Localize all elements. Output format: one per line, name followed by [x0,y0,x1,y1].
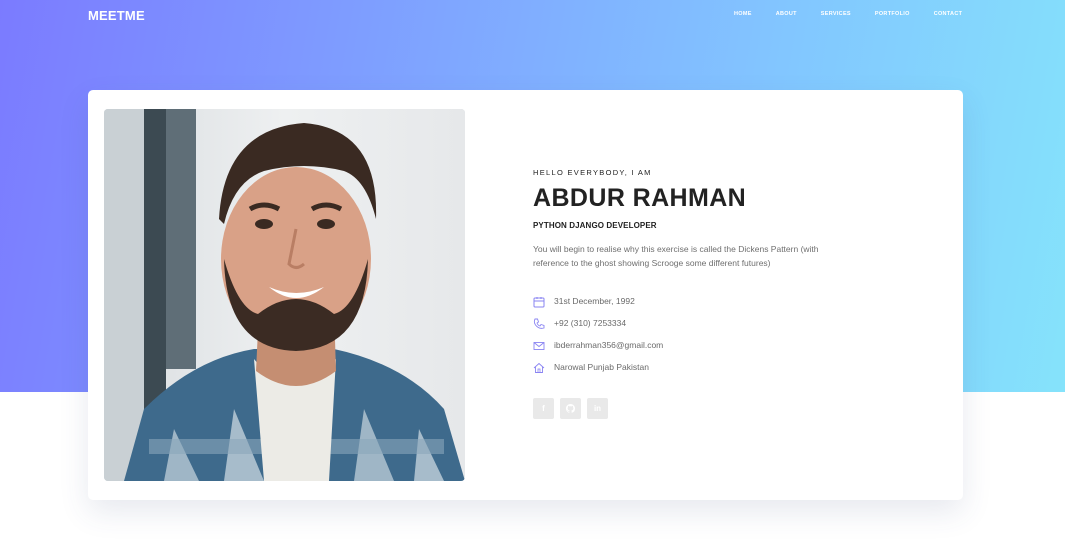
navbar: MEETME HOME ABOUT SERVICES PORTFOLIO CON… [0,0,1065,30]
facebook-icon[interactable]: f [533,398,554,419]
profile-bio: You will begin to realise why this exerc… [533,244,819,268]
phone-icon [533,317,545,329]
profile-photo [104,109,465,481]
contact-item-phone: +92 (310) 7253334 [533,312,853,334]
greeting-text: HELLO EVERYBODY, I AM [533,168,652,177]
profile-info: HELLO EVERYBODY, I AM ABDUR RAHMAN PYTHO… [533,168,853,419]
linkedin-icon[interactable]: in [587,398,608,419]
mail-icon [533,339,545,351]
profile-role: PYTHON DJANGO DEVELOPER [533,221,657,230]
contact-item-address: Narowal Punjab Pakistan [533,356,853,378]
profile-card: HELLO EVERYBODY, I AM ABDUR RAHMAN PYTHO… [88,90,963,500]
nav-link-about[interactable]: ABOUT [776,11,797,17]
nav-link-home[interactable]: HOME [734,11,752,17]
profile-name: ABDUR RAHMAN [533,184,747,212]
contact-text: 31st December, 1992 [554,296,635,306]
calendar-icon [533,295,545,308]
contact-item-email: ibderrahman356@gmail.com [533,334,853,356]
contact-text: +92 (310) 7253334 [554,318,627,328]
contact-list: 31st December, 1992 +92 (310) 7253334 ib… [533,290,853,378]
nav-link-portfolio[interactable]: PORTFOLIO [875,11,910,17]
nav-menu: HOME ABOUT SERVICES PORTFOLIO CONTACT [734,11,986,17]
contact-text[interactable]: ibderrahman356@gmail.com [554,340,663,350]
site-logo[interactable]: MEETME [88,8,145,23]
github-icon[interactable] [560,398,581,419]
social-links: f in [533,398,853,419]
contact-text: Narowal Punjab Pakistan [554,362,649,372]
home-icon [533,361,545,373]
nav-link-contact[interactable]: CONTACT [934,11,963,17]
contact-item-birthday: 31st December, 1992 [533,290,853,312]
nav-link-services[interactable]: SERVICES [821,11,851,17]
